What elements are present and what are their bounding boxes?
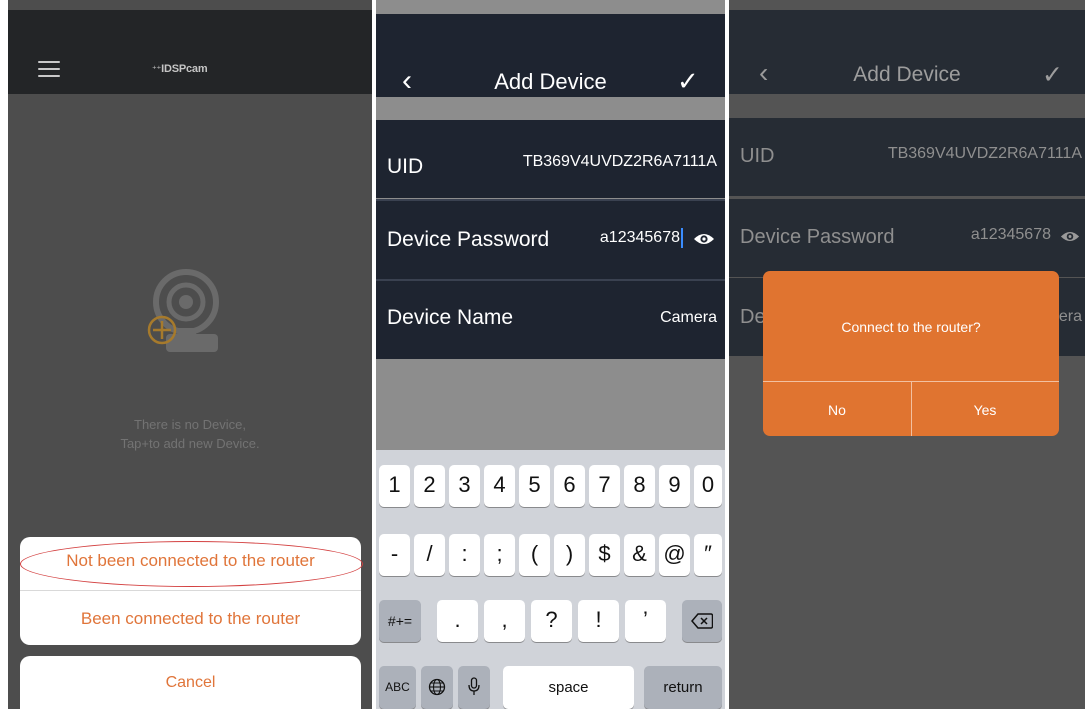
screen-add-device: ‹ Add Device ✓ UID TB369V4UVDZ2R6A7111A … xyxy=(376,0,725,709)
password-row[interactable]: Device Password a12345678 xyxy=(729,199,1085,277)
key-semicolon[interactable]: ; xyxy=(484,534,515,576)
password-row[interactable]: Device Password a12345678 xyxy=(376,201,725,279)
password-label: Device Password xyxy=(740,226,895,248)
password-value: a12345678 xyxy=(599,229,680,247)
key-slash[interactable]: / xyxy=(414,534,445,576)
uid-row[interactable]: UID TB369V4UVDZ2R6A7111A xyxy=(376,120,725,198)
confirm-icon[interactable]: ✓ xyxy=(677,66,699,97)
key-0[interactable]: 0 xyxy=(694,465,722,507)
name-value: era xyxy=(1058,308,1082,325)
cancel-button[interactable]: Cancel xyxy=(20,656,361,709)
yes-button[interactable]: Yes xyxy=(911,402,1059,418)
uid-row[interactable]: UID TB369V4UVDZ2R6A7111A xyxy=(729,118,1085,196)
key-open-paren[interactable]: ( xyxy=(519,534,550,576)
uid-label: UID xyxy=(740,145,775,167)
menu-icon[interactable] xyxy=(38,61,60,77)
key-return[interactable]: return xyxy=(644,666,722,709)
dialog-message: Connect to the router? xyxy=(841,319,981,335)
key-ampersand[interactable]: & xyxy=(624,534,655,576)
camera-icon xyxy=(147,269,219,352)
action-sheet: Not been connected to the router Been co… xyxy=(20,537,363,645)
page-title: Add Device xyxy=(494,69,607,94)
globe-icon[interactable] xyxy=(421,666,453,709)
password-field[interactable]: a12345678 xyxy=(600,228,683,248)
page-title: Add Device xyxy=(853,63,961,86)
key-9[interactable]: 9 xyxy=(659,465,690,507)
cancel-label: Cancel xyxy=(165,674,216,691)
key-3[interactable]: 3 xyxy=(449,465,480,507)
key-hyphen[interactable]: - xyxy=(379,534,410,576)
empty-state-line2: Tap+to add new Device. xyxy=(120,436,260,451)
uid-label: UID xyxy=(387,155,424,178)
key-6[interactable]: 6 xyxy=(554,465,585,507)
key-apostrophe[interactable]: ’ xyxy=(625,600,666,642)
key-7[interactable]: 7 xyxy=(589,465,620,507)
nav-bar: ‹ Add Device ✓ xyxy=(376,14,725,97)
name-label: De xyxy=(740,306,766,328)
key-8[interactable]: 8 xyxy=(624,465,655,507)
key-2[interactable]: 2 xyxy=(414,465,445,507)
name-row[interactable]: Device Name Camera xyxy=(376,281,725,359)
key-close-paren[interactable]: ) xyxy=(554,534,585,576)
key-symbols[interactable]: #+= xyxy=(379,600,421,642)
microphone-icon[interactable] xyxy=(458,666,490,709)
option-connected[interactable]: Been connected to the router xyxy=(20,609,361,629)
divider xyxy=(20,590,361,591)
confirm-icon[interactable]: ✓ xyxy=(1042,60,1063,90)
text-cursor xyxy=(681,228,683,248)
key-period[interactable]: . xyxy=(437,600,478,642)
key-1[interactable]: 1 xyxy=(379,465,410,507)
backspace-icon[interactable] xyxy=(682,600,722,642)
key-exclamation[interactable]: ! xyxy=(578,600,619,642)
key-colon[interactable]: : xyxy=(449,534,480,576)
eye-icon[interactable] xyxy=(693,232,715,246)
eye-icon[interactable] xyxy=(1060,230,1080,243)
no-button[interactable]: No xyxy=(763,402,911,418)
key-space[interactable]: space xyxy=(503,666,634,709)
key-question[interactable]: ? xyxy=(531,600,572,642)
name-label: Device Name xyxy=(387,306,514,329)
keyboard: 1 2 3 4 5 6 7 8 9 0 - / : ; ( ) $ & @ ″ … xyxy=(376,450,725,709)
password-label: Device Password xyxy=(387,228,550,251)
screen-device-list: ⁺⁺IDSPcam There is no Device, Tap+to add… xyxy=(8,0,372,709)
key-dollar[interactable]: $ xyxy=(589,534,620,576)
key-at[interactable]: @ xyxy=(659,534,690,576)
top-bar: ⁺⁺IDSPcam xyxy=(8,10,372,94)
key-comma[interactable]: , xyxy=(484,600,525,642)
nav-bar: ‹ Add Device ✓ xyxy=(729,10,1085,94)
key-quote[interactable]: ″ xyxy=(694,534,722,576)
uid-value: TB369V4UVDZ2R6A7111A xyxy=(522,153,717,170)
empty-state-line1: There is no Device, xyxy=(134,417,246,432)
connect-router-dialog: Connect to the router? No Yes xyxy=(763,271,1059,436)
screen-add-device-dialog: ‹ Add Device ✓ UID TB369V4UVDZ2R6A7111A … xyxy=(729,0,1085,709)
key-5[interactable]: 5 xyxy=(519,465,550,507)
key-4[interactable]: 4 xyxy=(484,465,515,507)
password-value: a12345678 xyxy=(970,226,1051,243)
app-brand: ⁺⁺IDSPcam xyxy=(152,63,208,75)
option-not-connected[interactable]: Not been connected to the router xyxy=(20,551,361,571)
uid-value: TB369V4UVDZ2R6A7111A xyxy=(887,145,1082,162)
name-value: Camera xyxy=(660,309,717,326)
key-abc[interactable]: ABC xyxy=(379,666,416,709)
